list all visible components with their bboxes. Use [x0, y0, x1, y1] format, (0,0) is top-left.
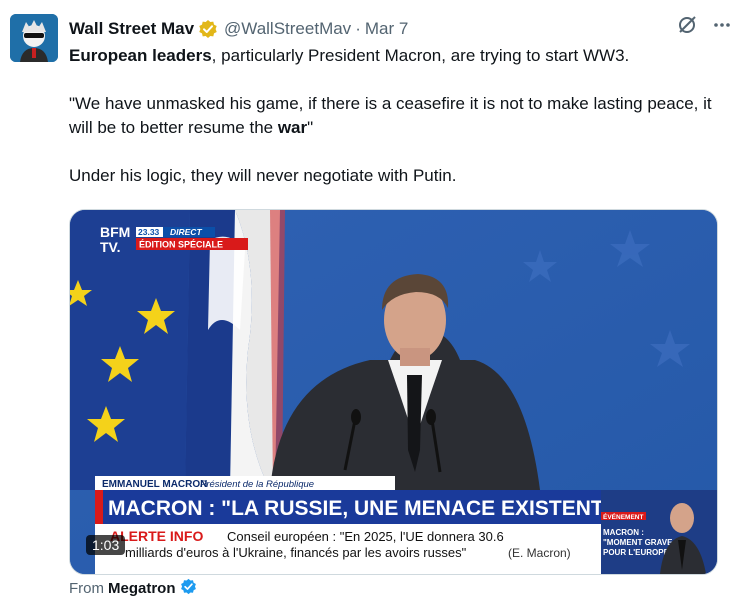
- video-duration: 1:03: [86, 535, 126, 555]
- video-frame: EMMANUEL MACRON Président de la Républiq…: [70, 210, 717, 574]
- speaker-name: EMMANUEL MACRON: [102, 479, 207, 490]
- tweet-date[interactable]: Mar 7: [365, 19, 408, 39]
- ticker-line-1: Conseil européen : "En 2025, l'UE donner…: [227, 529, 504, 544]
- verified-blue-icon: [180, 578, 197, 599]
- tweet-quote: "We have unmasked his game, if there is …: [69, 92, 729, 140]
- separator-dot: ·: [355, 19, 361, 38]
- video-player[interactable]: EMMANUEL MACRON Président de la Républiq…: [69, 209, 718, 575]
- tweet-line-1: European leaders, particularly President…: [69, 44, 729, 68]
- quote-end: ": [307, 118, 314, 137]
- tweet-line-1-rest: , particularly President Macron, are try…: [211, 46, 630, 65]
- slash-circle-icon[interactable]: [676, 14, 698, 41]
- avatar[interactable]: [10, 14, 58, 62]
- from-source-name[interactable]: Megatron: [108, 580, 176, 597]
- quote-bold-word: war: [277, 118, 308, 137]
- author-handle[interactable]: @WallStreetMav: [224, 19, 351, 39]
- tweet-bold-lead: European leaders: [69, 46, 212, 65]
- header-actions: [676, 14, 732, 41]
- ticker-line-2: milliards d'euros à l'Ukraine, financés …: [125, 545, 467, 560]
- live-time: 23.33: [138, 227, 160, 237]
- speaker-title: Président de la République: [200, 479, 314, 490]
- side-title-2: "MOMENT GRAVE: [603, 538, 673, 547]
- more-icon[interactable]: [712, 15, 732, 40]
- live-label: DIRECT: [170, 227, 202, 237]
- from-label: From: [69, 580, 104, 597]
- ticker-source: (E. Macron): [508, 546, 571, 560]
- from-attribution: From Megatron: [69, 578, 197, 599]
- avatar-image: [10, 14, 58, 62]
- edition-label: ÉDITION SPÉCIALE: [139, 240, 223, 250]
- tweet-header: Wall Street Mav @WallStreetMav · Mar 7: [69, 18, 736, 40]
- author-name[interactable]: Wall Street Mav: [69, 19, 194, 39]
- tweet-line-3: Under his logic, they will never negotia…: [69, 166, 457, 185]
- bfm-logo-top: BFM: [100, 224, 130, 240]
- quote-text: "We have unmasked his game, if there is …: [69, 94, 712, 137]
- side-badge: ÉVÉNEMENT: [603, 512, 643, 521]
- bfm-logo-bottom: TV.: [100, 239, 121, 255]
- verified-badge-icon[interactable]: [198, 19, 218, 39]
- side-title-3: POUR L'EUROPE": [603, 548, 673, 557]
- headline-text: MACRON : "LA RUSSIE, UNE MENACE EXISTENT…: [108, 497, 673, 520]
- tweet-text: European leaders, particularly President…: [69, 44, 729, 188]
- side-title-1: MACRON :: [603, 528, 644, 537]
